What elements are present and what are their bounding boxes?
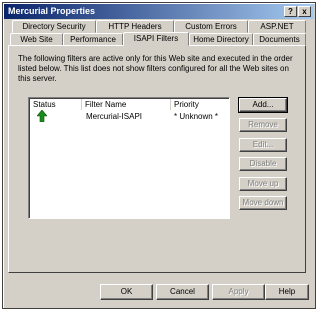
- tab-asp-net[interactable]: ASP.NET: [248, 20, 306, 33]
- tab-directory-security[interactable]: Directory Security: [12, 20, 96, 33]
- disable-filter-button[interactable]: Disable: [239, 157, 287, 171]
- window-title: Mercurial Properties: [8, 6, 96, 16]
- filter-list[interactable]: Status Filter Name Priority Mercurial-IS…: [28, 97, 230, 219]
- move-up-button[interactable]: Move up: [239, 177, 287, 191]
- move-down-button[interactable]: Move down: [239, 196, 287, 210]
- apply-button[interactable]: Apply: [212, 284, 265, 300]
- filter-priority-cell: * Unknown *: [174, 112, 219, 121]
- filter-name-cell: Mercurial-ISAPI: [86, 112, 143, 121]
- add-filter-button[interactable]: Add...: [238, 97, 288, 113]
- help-title-button[interactable]: ?: [284, 6, 297, 17]
- remove-filter-button[interactable]: Remove: [239, 118, 287, 132]
- green-up-arrow-icon: [36, 109, 48, 123]
- filters-description: The following filters are active only fo…: [18, 54, 293, 83]
- column-header-status[interactable]: Status: [30, 99, 82, 110]
- help-button[interactable]: Help: [265, 284, 309, 300]
- close-title-button[interactable]: x: [298, 6, 311, 17]
- title-bar: Mercurial Properties ? x: [4, 4, 314, 19]
- column-header-filter-name[interactable]: Filter Name: [82, 99, 171, 110]
- tab-isapi-filters[interactable]: ISAPI Filters: [123, 32, 189, 46]
- cancel-button[interactable]: Cancel: [156, 284, 209, 300]
- ok-button[interactable]: OK: [100, 284, 153, 300]
- column-header-priority[interactable]: Priority: [171, 99, 229, 110]
- edit-filter-button[interactable]: Edit...: [239, 138, 287, 152]
